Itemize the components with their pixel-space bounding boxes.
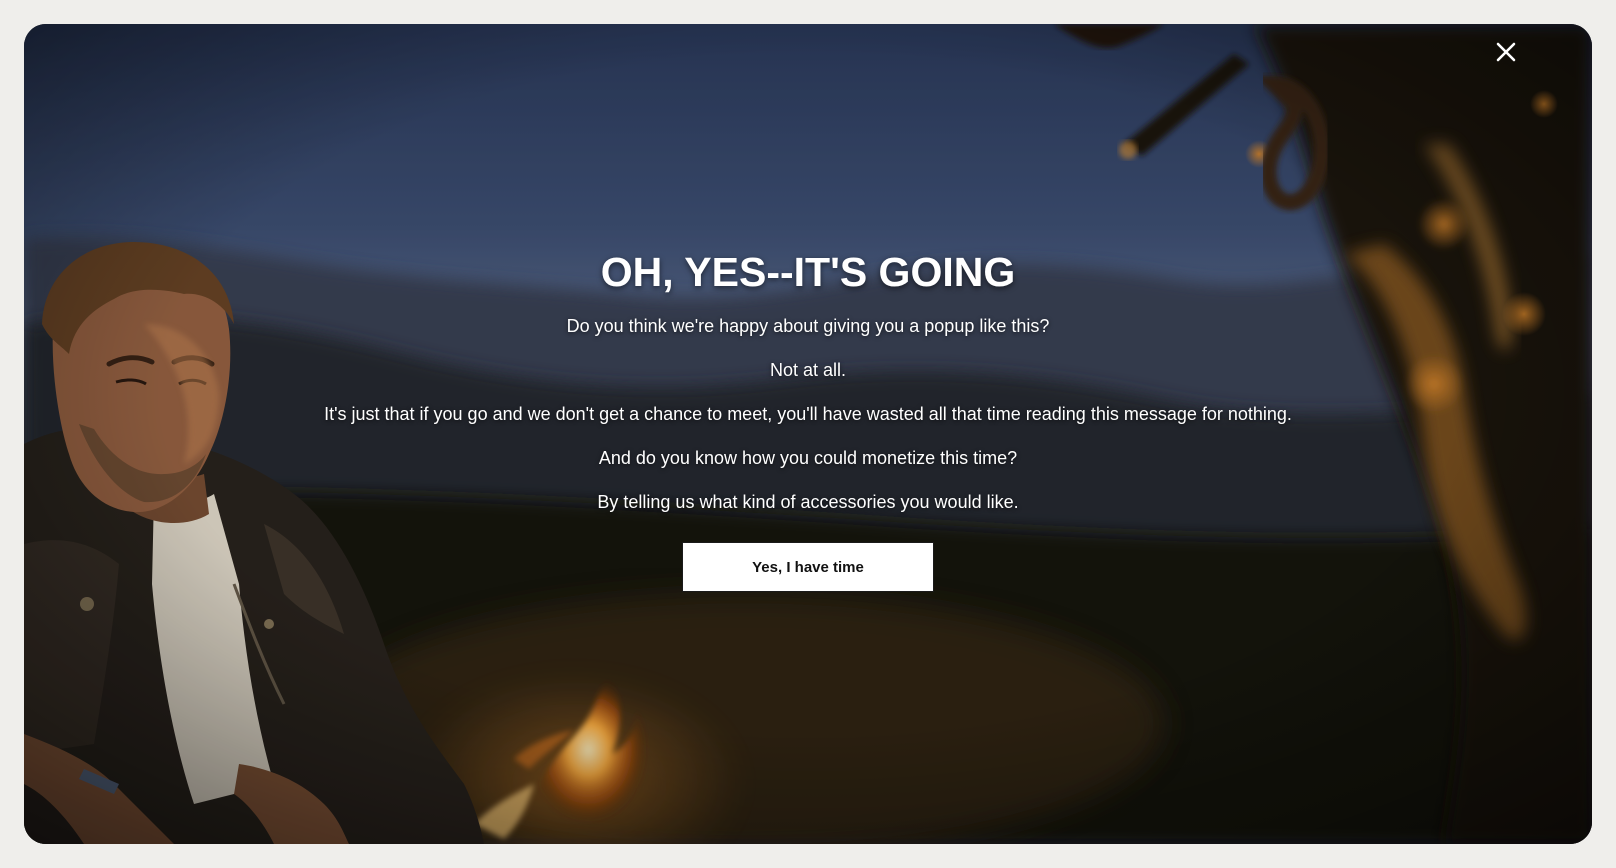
close-button[interactable]	[1488, 34, 1524, 70]
message-line: By telling us what kind of accessories y…	[597, 492, 1019, 512]
page-background: OH, YES--IT'S GOING Do you think we're h…	[0, 0, 1616, 868]
yes-i-have-time-button[interactable]: Yes, I have time	[682, 542, 934, 592]
popup-title: OH, YES--IT'S GOING	[600, 249, 1016, 295]
close-icon	[1496, 42, 1516, 62]
message-line: And do you know how you could monetize t…	[598, 448, 1018, 468]
message-line: It's just that if you go and we don't ge…	[324, 404, 1292, 424]
popup-modal: OH, YES--IT'S GOING Do you think we're h…	[24, 24, 1592, 844]
popup-content: OH, YES--IT'S GOING Do you think we're h…	[24, 24, 1592, 844]
message-line: Do you think we're happy about giving yo…	[566, 316, 1050, 336]
message-line: Not at all.	[769, 360, 847, 380]
popup-messages: Do you think we're happy about giving yo…	[324, 314, 1292, 534]
